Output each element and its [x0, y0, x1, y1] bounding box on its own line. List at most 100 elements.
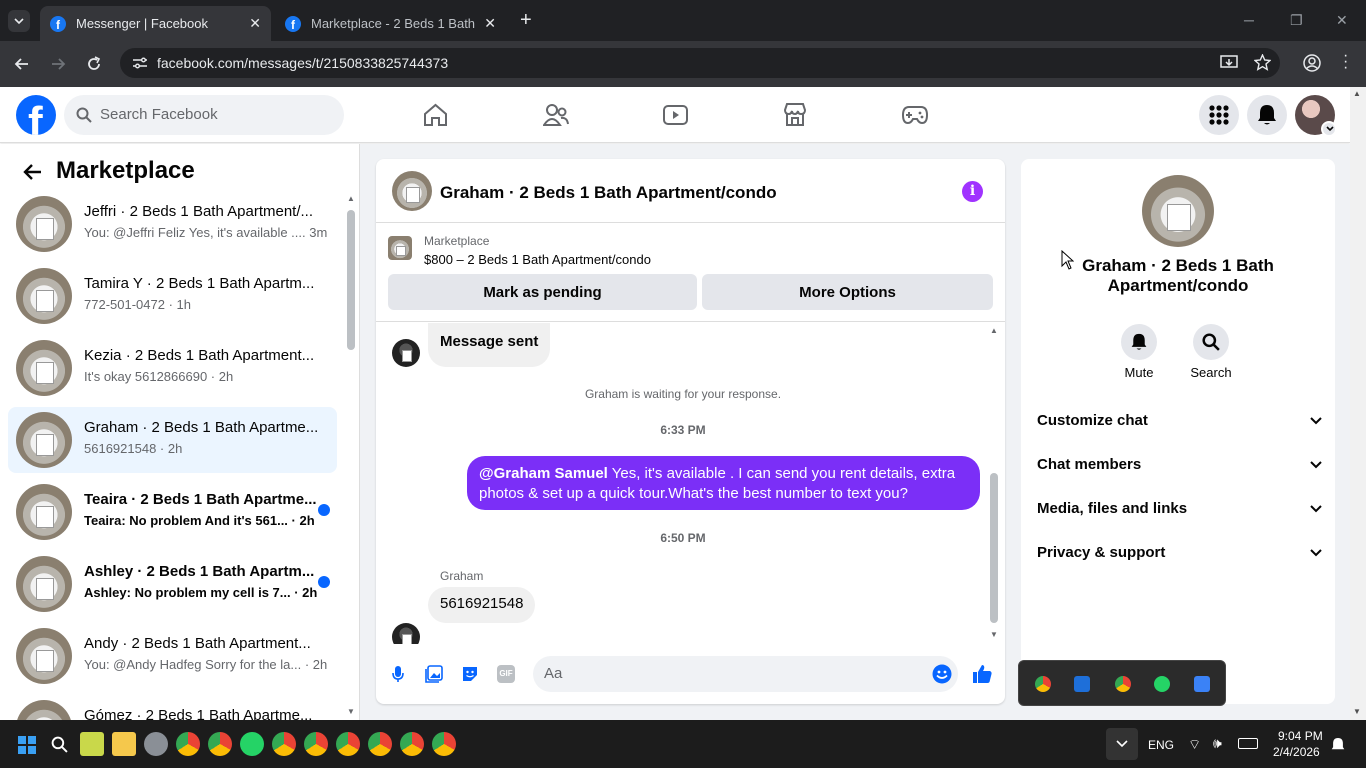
- conversation-item[interactable]: Kezia · 2 Beds 1 Bath Apartment... It's …: [8, 335, 337, 401]
- language-indicator[interactable]: ENG: [1148, 738, 1174, 752]
- message-bubble-outgoing[interactable]: @Graham Samuel Yes, it's available . I c…: [467, 456, 980, 510]
- chrome-icon[interactable]: [176, 732, 200, 756]
- forward-arrow-icon[interactable]: [49, 55, 67, 73]
- more-options-button[interactable]: More Options: [702, 274, 993, 310]
- conversation-item[interactable]: Ashley · 2 Beds 1 Bath Apartm... Ashley:…: [8, 551, 337, 617]
- customize-chat-section[interactable]: Customize chat: [1037, 412, 1322, 429]
- chat-title[interactable]: Graham · 2 Beds 1 Bath Apartment/condo: [440, 183, 777, 203]
- privacy-support-section[interactable]: Privacy & support: [1037, 544, 1322, 561]
- video-icon[interactable]: [663, 103, 688, 127]
- marketplace-icon[interactable]: [783, 102, 807, 127]
- gif-icon[interactable]: GIF: [497, 665, 515, 683]
- chrome-icon[interactable]: [336, 732, 360, 756]
- notification-bell-icon[interactable]: [1331, 737, 1345, 753]
- conversation-item-active[interactable]: Graham · 2 Beds 1 Bath Apartme... 561692…: [8, 407, 337, 473]
- site-settings-icon[interactable]: [132, 56, 148, 70]
- home-icon[interactable]: [423, 103, 448, 127]
- search-icon[interactable]: [51, 736, 68, 753]
- search-in-conversation-button[interactable]: [1193, 324, 1229, 360]
- scroll-up-icon[interactable]: ▲: [347, 194, 355, 203]
- close-window-icon[interactable]: ✕: [1336, 12, 1348, 29]
- new-tab-button[interactable]: +: [520, 9, 532, 32]
- mention-text[interactable]: @Graham Samuel: [479, 465, 608, 482]
- sidebar-scrollbar[interactable]: [347, 194, 355, 714]
- settings-gear-icon[interactable]: [144, 732, 168, 756]
- mark-as-pending-button[interactable]: Mark as pending: [388, 274, 697, 310]
- emoji-icon[interactable]: [932, 664, 952, 684]
- message-input[interactable]: Aa: [533, 656, 958, 692]
- back-arrow-icon[interactable]: [22, 163, 42, 181]
- tab-search-button[interactable]: [8, 10, 30, 32]
- mute-button[interactable]: [1121, 324, 1157, 360]
- conversation-item[interactable]: Teaira · 2 Beds 1 Bath Apartme... Teaira…: [8, 479, 337, 545]
- scroll-down-icon[interactable]: ▼: [1353, 707, 1361, 716]
- volume-icon[interactable]: 🕪: [1213, 735, 1222, 752]
- info-avatar[interactable]: [1142, 175, 1214, 247]
- notes-app-icon[interactable]: [80, 732, 104, 756]
- install-app-icon[interactable]: [1220, 55, 1238, 71]
- info-icon[interactable]: i: [962, 181, 983, 202]
- scroll-down-icon[interactable]: ▼: [347, 707, 355, 716]
- conversation-item[interactable]: Jeffri · 2 Beds 1 Bath Apartment/... You…: [8, 191, 337, 257]
- message-bubble-incoming[interactable]: 5616921548: [428, 587, 536, 623]
- facebook-logo[interactable]: f: [16, 95, 56, 135]
- security-tray-icon[interactable]: [1194, 676, 1210, 692]
- gaming-icon[interactable]: [902, 105, 928, 125]
- browser-menu-icon[interactable]: · · ·: [1343, 48, 1348, 76]
- account-chevron[interactable]: [1321, 121, 1337, 137]
- conversation-item[interactable]: Gómez · 2 Beds 1 Bath Apartme...: [8, 695, 337, 720]
- tab-marketplace[interactable]: f Marketplace - 2 Beds 1 Bath Ap ✕: [275, 6, 506, 41]
- like-thumbs-up-icon[interactable]: [972, 663, 993, 684]
- microphone-icon[interactable]: [392, 665, 404, 683]
- chrome-icon[interactable]: [432, 732, 456, 756]
- address-bar[interactable]: facebook.com/messages/t/2150833825744373: [120, 48, 1280, 78]
- back-arrow-icon[interactable]: [13, 55, 31, 73]
- close-tab-icon[interactable]: ✕: [484, 15, 496, 32]
- listing-thumbnail[interactable]: [388, 236, 412, 260]
- minimize-window-icon[interactable]: ─: [1244, 12, 1254, 28]
- scroll-up-icon[interactable]: ▲: [990, 326, 998, 335]
- chat-avatar[interactable]: [392, 171, 432, 211]
- chrome-icon[interactable]: [400, 732, 424, 756]
- reload-icon[interactable]: [85, 55, 103, 73]
- chrome-icon[interactable]: [272, 732, 296, 756]
- message-bubble-incoming[interactable]: Message sent: [428, 323, 551, 367]
- bookmark-star-icon[interactable]: [1254, 54, 1271, 71]
- friends-icon[interactable]: [543, 103, 569, 127]
- photo-icon[interactable]: [425, 665, 443, 683]
- clock-time[interactable]: 9:04 PM: [1278, 729, 1323, 743]
- profile-icon[interactable]: [1303, 54, 1321, 72]
- scroll-down-icon[interactable]: ▼: [990, 630, 998, 639]
- scrollbar-thumb[interactable]: [347, 210, 355, 350]
- menu-button[interactable]: [1199, 95, 1239, 135]
- whatsapp-icon[interactable]: [240, 732, 264, 756]
- restore-window-icon[interactable]: ❐: [1290, 12, 1303, 29]
- conversation-item[interactable]: Tamira Y · 2 Beds 1 Bath Apartm... 772-5…: [8, 263, 337, 329]
- windows-start-icon[interactable]: [18, 736, 36, 754]
- wifi-icon[interactable]: ⌔: [1188, 736, 1201, 754]
- notifications-button[interactable]: [1247, 95, 1287, 135]
- chat-members-section[interactable]: Chat members: [1037, 456, 1322, 473]
- app-tray-icon[interactable]: [1074, 676, 1090, 692]
- close-tab-icon[interactable]: ✕: [249, 15, 261, 32]
- whatsapp-tray-icon[interactable]: [1154, 676, 1170, 692]
- chrome-icon[interactable]: [368, 732, 392, 756]
- chat-scrollbar-thumb[interactable]: [990, 473, 998, 623]
- media-files-links-section[interactable]: Media, files and links: [1037, 500, 1322, 517]
- edge-tray-icon[interactable]: [1035, 676, 1051, 692]
- tab-messenger[interactable]: f Messenger | Facebook ✕: [40, 6, 271, 41]
- file-explorer-icon[interactable]: [112, 732, 136, 756]
- listing-title[interactable]: $800 – 2 Beds 1 Bath Apartment/condo: [424, 252, 651, 267]
- battery-icon[interactable]: [1238, 738, 1258, 749]
- clock-date[interactable]: 2/4/2026: [1273, 745, 1320, 759]
- show-hidden-icons-button[interactable]: [1106, 728, 1138, 760]
- chrome-icon[interactable]: [304, 732, 328, 756]
- chrome-icon[interactable]: [208, 732, 232, 756]
- chrome-tray-icon[interactable]: [1115, 676, 1131, 692]
- search-facebook-field[interactable]: Search Facebook: [64, 95, 344, 135]
- page-scrollbar[interactable]: ▲ ▼: [1350, 87, 1366, 720]
- listing-avatar: [16, 556, 72, 612]
- conversation-item[interactable]: Andy · 2 Beds 1 Bath Apartment... You: @…: [8, 623, 337, 689]
- sticker-icon[interactable]: [461, 665, 479, 683]
- scroll-up-icon[interactable]: ▲: [1353, 89, 1361, 98]
